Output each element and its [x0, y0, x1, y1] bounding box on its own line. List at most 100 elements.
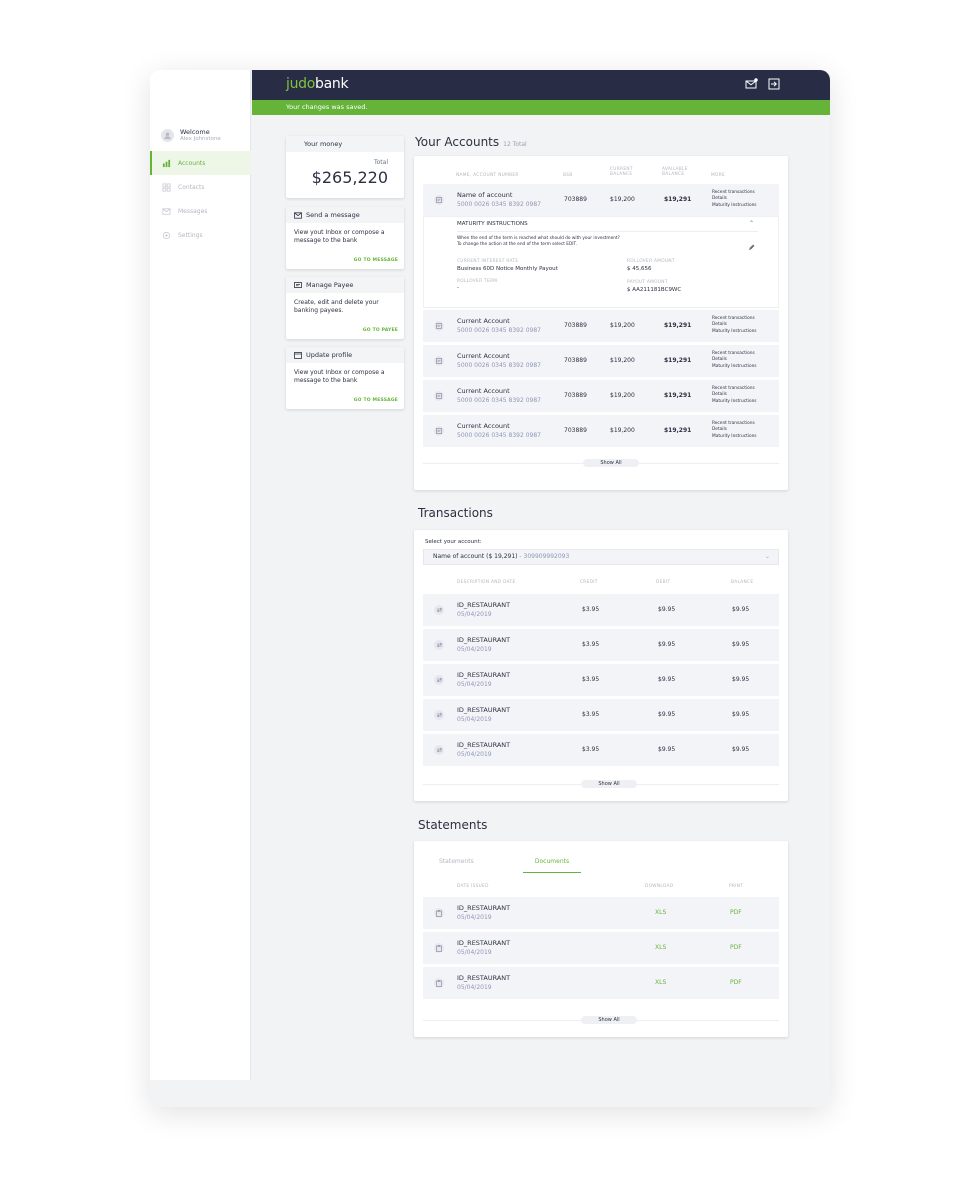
transactions-card: Select your account: Name of account ($ … [414, 530, 788, 801]
sidebar-item-messages[interactable]: Messages [150, 199, 251, 223]
mail-notification-icon[interactable] [744, 77, 758, 91]
account-row[interactable]: Name of account 5000 0026 0345 8392 0987… [423, 184, 779, 216]
statements-title: Statements [418, 818, 488, 832]
manage-payee-card[interactable]: Manage Payee Create, edit and delete you… [286, 277, 404, 339]
transaction-row[interactable]: ID_RESTAURANT 05/04/2019 $3.95 $9.95 $9.… [423, 629, 779, 661]
transaction-row[interactable]: ID_RESTAURANT 05/04/2019 $3.95 $9.95 $9.… [423, 594, 779, 626]
tab-statements[interactable]: Statements [439, 858, 474, 865]
download-xls-link[interactable]: XLS [655, 944, 666, 951]
account-icon [434, 195, 444, 205]
accounts-show-all-button[interactable]: Show All [583, 459, 639, 467]
transaction-row[interactable]: ID_RESTAURANT 05/04/2019 $3.95 $9.95 $9.… [423, 734, 779, 766]
account-icon [434, 426, 444, 436]
account-select[interactable]: Name of account ($ 19,291) - 30990999209… [423, 549, 779, 565]
account-name: Current Account [457, 387, 510, 395]
go-to-message-link[interactable]: GO TO MESSAGE [354, 398, 398, 403]
settings-icon [162, 231, 171, 240]
transfer-arrows-icon [434, 605, 444, 615]
print-pdf-link[interactable]: PDF [730, 979, 742, 986]
account-icon [434, 391, 444, 401]
transaction-date: 05/04/2019 [457, 611, 492, 618]
interest-rate-label: CURRENT INTEREST RATE [457, 259, 519, 264]
sidebar-item-accounts[interactable]: Accounts [150, 151, 251, 175]
go-to-payee-link[interactable]: GO TO PAYEE [363, 328, 398, 333]
account-more-links: Recent transactions Details Maturity Ins… [712, 190, 757, 209]
total-label: Total [373, 159, 388, 166]
account-row[interactable]: Current Account 5000 0026 0345 8392 0987… [423, 415, 779, 447]
sidebar-item-contacts[interactable]: Contacts [150, 175, 251, 199]
maturity-instructions-link[interactable]: Maturity Instructions [712, 434, 757, 440]
account-row[interactable]: Current Account 5000 0026 0345 8392 0987… [423, 345, 779, 377]
statement-row: ID_RESTAURANT 05/04/2019 XLS PDF [423, 897, 779, 929]
sidebar-item-label: Accounts [178, 159, 206, 167]
print-pdf-link[interactable]: PDF [730, 909, 742, 916]
transaction-row[interactable]: ID_RESTAURANT 05/04/2019 $3.95 $9.95 $9.… [423, 699, 779, 731]
maturity-instructions-link[interactable]: Maturity Instructions [712, 399, 757, 405]
account-current-balance: $19,200 [610, 357, 635, 364]
your-money-title: Your money [286, 136, 404, 152]
edit-pencil-icon[interactable] [748, 236, 756, 251]
account-icon [434, 321, 444, 331]
avatar[interactable] [161, 128, 174, 142]
judobank-logo[interactable]: judobank [286, 76, 349, 92]
rollover-amount-value: $ 45,656 [627, 266, 652, 272]
clipboard-icon [434, 908, 444, 918]
your-accounts-title: Your Accounts 12 Total [415, 135, 527, 149]
account-current-balance: $19,200 [610, 427, 635, 434]
divider [457, 231, 758, 232]
transaction-name: ID_RESTAURANT [457, 601, 511, 609]
card-header: Manage Payee [286, 277, 404, 293]
account-current-balance: $19,200 [610, 196, 635, 203]
rollover-term-label: ROLLOVER TERM [457, 279, 498, 284]
account-bsb: 703889 [564, 392, 587, 399]
statement-name: ID_RESTAURANT [457, 939, 511, 947]
maturity-instructions-link[interactable]: Maturity Instructions [712, 203, 757, 209]
account-available-balance: $19,291 [664, 196, 692, 203]
send-message-card[interactable]: Send a message View yout Inbox or compos… [286, 207, 404, 269]
statements-show-all-button[interactable]: Show All [581, 1016, 637, 1024]
account-current-balance: $19,200 [610, 322, 635, 329]
print-pdf-link[interactable]: PDF [730, 944, 742, 951]
account-name: Name of account [457, 191, 513, 199]
transaction-name: ID_RESTAURANT [457, 671, 511, 679]
user-icon [164, 131, 171, 139]
clipboard-icon [434, 978, 444, 988]
col-bsb: BSB [563, 173, 573, 178]
download-xls-link[interactable]: XLS [655, 909, 666, 916]
transaction-name: ID_RESTAURANT [457, 741, 511, 749]
logout-icon[interactable] [767, 77, 781, 91]
transaction-credit: $3.95 [582, 641, 600, 648]
account-more-links: Recent transactions Details Maturity Ins… [712, 316, 757, 335]
transaction-date: 05/04/2019 [457, 751, 492, 758]
accounts-icon [162, 159, 171, 168]
transactions-show-all-button[interactable]: Show All [581, 780, 637, 788]
sidebar-item-settings[interactable]: Settings [150, 223, 251, 247]
go-to-message-link[interactable]: GO TO MESSAGE [354, 258, 398, 263]
statement-date: 05/04/2019 [457, 949, 492, 956]
transaction-row[interactable]: ID_RESTAURANT 05/04/2019 $3.95 $9.95 $9.… [423, 664, 779, 696]
maturity-instructions-link[interactable]: Maturity Instructions [712, 329, 757, 335]
collapse-chevron-icon[interactable]: ⌃ [749, 220, 754, 227]
account-name: Current Account [457, 317, 510, 325]
card-header: Update profile [286, 347, 404, 363]
account-available-balance: $19,291 [664, 322, 692, 329]
maturity-instructions-link[interactable]: Maturity Instructions [712, 364, 757, 370]
update-profile-card[interactable]: Update profile View yout Inbox or compos… [286, 347, 404, 409]
statements-card: Statements Documents DATE ISSUED DOWNLOA… [414, 841, 788, 1037]
payout-amount-label: PAYOUT AMOUNT [627, 280, 668, 285]
col-available-balance: AVAILABLE BALANCE [662, 167, 688, 177]
tab-documents[interactable]: Documents [523, 858, 581, 873]
account-bsb: 703889 [564, 427, 587, 434]
account-number: 5000 0026 0345 8392 0987 [457, 201, 541, 208]
account-row[interactable]: Current Account 5000 0026 0345 8392 0987… [423, 310, 779, 342]
card-text: View yout Inbox or compose a message to … [294, 229, 385, 244]
rollover-term-value: - [457, 285, 459, 291]
download-xls-link[interactable]: XLS [655, 979, 666, 986]
maturity-title: MATURITY INSTRUCTIONS [457, 221, 528, 227]
col-date-issued: DATE ISSUED [457, 884, 489, 889]
top-bar: judobank [252, 70, 830, 100]
sidebar-item-label: Messages [178, 207, 208, 215]
account-row[interactable]: Current Account 5000 0026 0345 8392 0987… [423, 380, 779, 412]
account-bsb: 703889 [564, 196, 587, 203]
transaction-date: 05/04/2019 [457, 646, 492, 653]
